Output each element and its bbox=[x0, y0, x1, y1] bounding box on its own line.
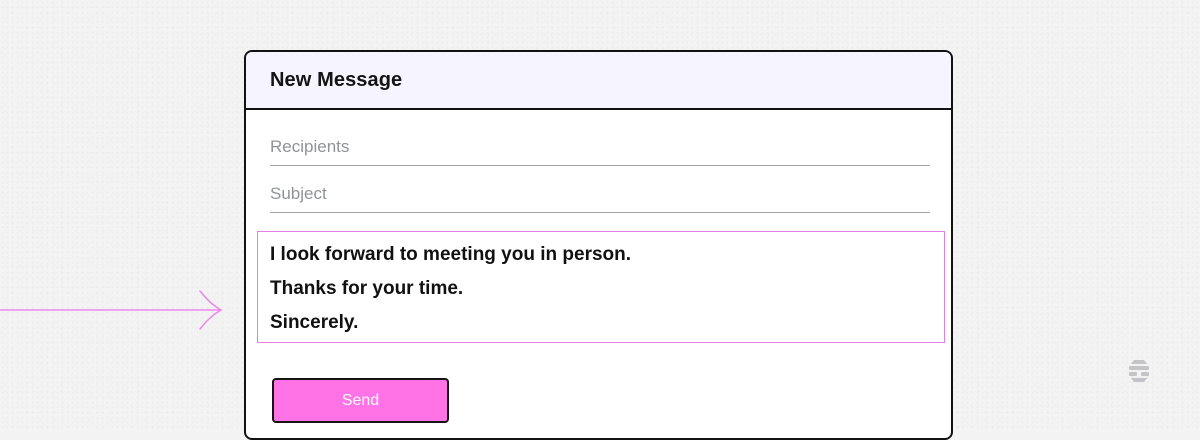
message-body[interactable]: I look forward to meeting you in person.… bbox=[257, 231, 945, 343]
compose-title: New Message bbox=[270, 68, 403, 91]
logo-middle bbox=[1129, 366, 1149, 370]
arrow-right-icon bbox=[0, 290, 223, 330]
logo-base bbox=[1131, 378, 1147, 382]
subject-field[interactable] bbox=[270, 175, 930, 213]
compose-header: New Message bbox=[246, 52, 951, 110]
recipients-field[interactable] bbox=[270, 128, 930, 166]
subject-input[interactable] bbox=[270, 175, 930, 212]
compose-window: New Message I look forward to meeting yo… bbox=[244, 50, 953, 440]
logo-bottom-left bbox=[1129, 372, 1137, 376]
message-line: Thanks for your time. bbox=[270, 278, 464, 299]
send-button[interactable]: Send bbox=[272, 378, 449, 423]
logo-bottom-right bbox=[1141, 372, 1149, 376]
logo-top bbox=[1131, 360, 1147, 364]
hive-logo-icon bbox=[1129, 360, 1149, 382]
recipients-input[interactable] bbox=[270, 128, 930, 165]
message-line: Sincerely. bbox=[270, 312, 359, 333]
message-line: I look forward to meeting you in person. bbox=[270, 244, 632, 265]
